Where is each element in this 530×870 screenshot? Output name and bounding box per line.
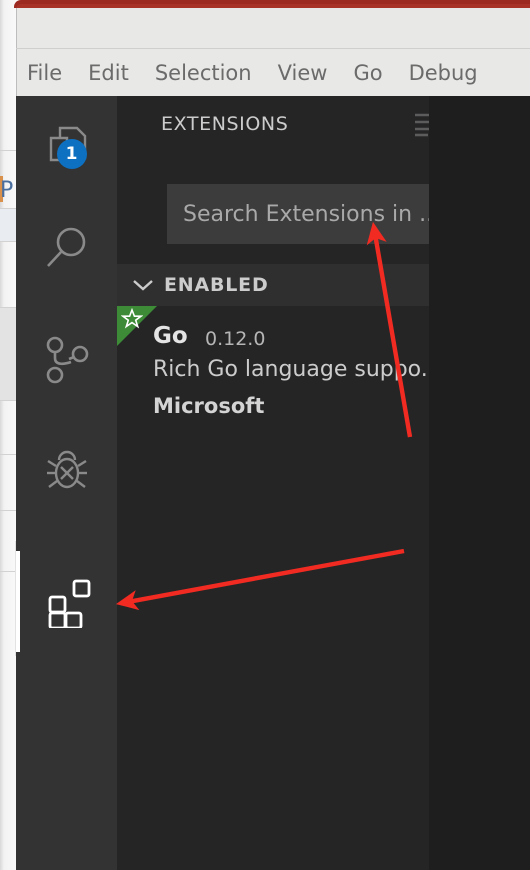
menu-debug[interactable]: Debug: [409, 61, 478, 85]
files-explorer-icon: 1: [41, 121, 93, 173]
active-indicator: [16, 551, 20, 652]
menu-file[interactable]: File: [27, 61, 62, 85]
activity-bar-item-search[interactable]: [16, 197, 117, 298]
vscode-window: 1 EXTENSIONS Search Extensions in ... EN…: [16, 96, 530, 870]
activity-bar-item-debug[interactable]: [16, 421, 117, 522]
activity-bar-item-extensions[interactable]: [16, 551, 117, 652]
star-icon: [120, 307, 144, 330]
extension-description: Rich Go language suppo...: [153, 357, 442, 382]
menu-selection[interactable]: Selection: [155, 61, 252, 85]
screenshot-root: P File Edit Selection View Go Debug 1 EX…: [0, 0, 530, 870]
background-window-letter: P: [0, 178, 14, 203]
editor-area: [429, 96, 530, 870]
activity-bar: 1: [16, 96, 117, 870]
menu-edit[interactable]: Edit: [88, 61, 129, 85]
sidebar-title: EXTENSIONS: [161, 113, 289, 135]
extension-version: 0.12.0: [205, 328, 266, 350]
menu-bar: File Edit Selection View Go Debug: [16, 49, 530, 96]
extension-publisher: Microsoft: [153, 394, 265, 418]
menu-go[interactable]: Go: [353, 61, 382, 85]
explorer-badge: 1: [56, 138, 87, 169]
activity-bar-item-explorer[interactable]: 1: [16, 96, 117, 197]
extension-name: Go: [153, 323, 188, 349]
menu-view[interactable]: View: [278, 61, 328, 85]
extensions-icon: [41, 576, 93, 629]
chevron-down-icon: [130, 278, 156, 292]
activity-bar-item-source-control[interactable]: [16, 309, 117, 410]
search-icon: [41, 222, 93, 274]
source-control-icon: [41, 334, 93, 386]
debug-icon: [41, 446, 93, 498]
section-label-enabled: ENABLED: [164, 274, 269, 296]
